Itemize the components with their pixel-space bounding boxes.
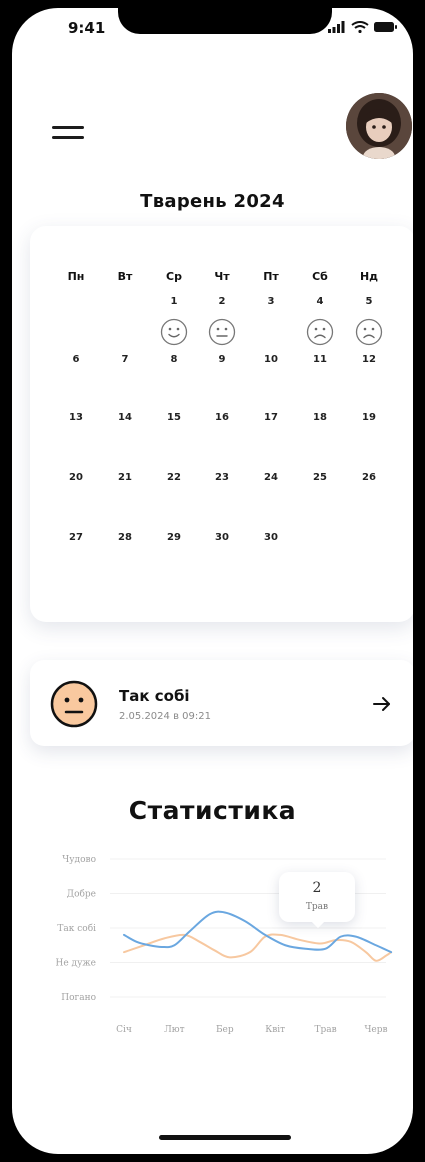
x-tick-label: Квіт [265,1025,285,1035]
phone-screen: 9:41 Тварень 2024 Пн Вт Ср Чт Пт Сб Нд 1… [12,8,413,1154]
calendar-day[interactable]: 26 [349,472,389,483]
sad-face-icon [355,318,383,346]
home-indicator[interactable] [159,1135,291,1140]
calendar-day[interactable]: 11 [300,354,340,365]
battery-icon [374,22,397,32]
wifi-icon [351,21,369,33]
calendar-card: Пн Вт Ср Чт Пт Сб Нд 1 2 3 4 5 6 7 8 9 10 11 12 13 14 15 16 17… [30,226,413,622]
calendar-day[interactable]: 13 [56,412,96,423]
y-tick-label: Так собі [57,923,96,934]
calendar-day[interactable]: 10 [251,354,291,365]
calendar-day[interactable]: 14 [105,412,145,423]
calendar-day[interactable]: 30 [251,532,291,543]
entry-mood-title: Так собі [119,687,190,705]
mood-chart: Погано Не дуже Так собі Добре Чудово Січ Лют Бе… [56,855,393,1035]
y-tick-label: Не дуже [56,959,96,969]
weekday-label: Сб [312,270,328,283]
menu-line [52,136,84,139]
menu-icon[interactable] [52,124,84,144]
x-tick-label: Черв [364,1025,387,1035]
calendar-day[interactable]: 1 [154,296,194,307]
calendar-day[interactable]: 17 [251,412,291,423]
y-tick-label: Добре [67,889,96,900]
calendar-day[interactable]: 3 [251,296,291,307]
tooltip-value: 2 [312,880,322,896]
signal-icon [328,21,345,33]
x-tick-label: Січ [116,1025,132,1035]
weekday-label: Пт [263,270,279,283]
avatar-image [346,93,412,159]
calendar-day[interactable]: 25 [300,472,340,483]
calendar-day[interactable]: 29 [154,532,194,543]
calendar-day[interactable]: 12 [349,354,389,365]
weekday-label: Вт [117,270,133,283]
calendar-day[interactable]: 27 [56,532,96,543]
chart-tooltip: 2 Трав [279,872,355,929]
calendar-day[interactable]: 21 [105,472,145,483]
status-icons [328,21,397,33]
sad-face-icon [306,318,334,346]
y-tick-label: Погано [61,993,96,1003]
x-tick-label: Лют [164,1025,184,1035]
calendar-day[interactable]: 28 [105,532,145,543]
neutral-face-icon [208,318,236,346]
calendar-day[interactable]: 16 [202,412,242,423]
notch [118,8,332,34]
calendar-day[interactable]: 19 [349,412,389,423]
calendar-day[interactable]: 7 [105,354,145,365]
y-tick-label: Чудово [62,855,96,865]
calendar-day[interactable]: 22 [154,472,194,483]
x-tick-label: Бер [216,1025,234,1035]
calendar-day[interactable]: 20 [56,472,96,483]
month-title: Тварень 2024 [140,191,285,212]
status-time: 9:41 [68,19,106,37]
calendar-day[interactable]: 24 [251,472,291,483]
calendar-day[interactable]: 5 [349,296,389,307]
happy-face-icon [160,318,188,346]
calendar-day[interactable]: 2 [202,296,242,307]
neutral-face-icon [50,680,98,728]
weekday-label: Нд [359,270,379,283]
arrow-right-icon[interactable] [372,696,392,712]
entry-date: 2.05.2024 в 09:21 [119,711,211,722]
calendar-day[interactable]: 15 [154,412,194,423]
calendar-day[interactable]: 8 [154,354,194,365]
menu-line [52,126,84,129]
weekday-label: Пн [67,270,85,283]
statistics-title: Статистика [128,796,297,825]
tooltip-label: Трав [305,902,329,912]
calendar-day[interactable]: 18 [300,412,340,423]
avatar[interactable] [346,93,412,159]
calendar-day[interactable]: 6 [56,354,96,365]
calendar-day[interactable]: 4 [300,296,340,307]
weekday-label: Чт [214,270,230,283]
mood-entry-card[interactable]: Так собі 2.05.2024 в 09:21 [30,660,413,746]
calendar-day[interactable]: 9 [202,354,242,365]
weekday-label: Ср [166,270,182,283]
x-tick-label: Трав [314,1025,336,1035]
calendar-day[interactable]: 23 [202,472,242,483]
calendar-day[interactable]: 30 [202,532,242,543]
